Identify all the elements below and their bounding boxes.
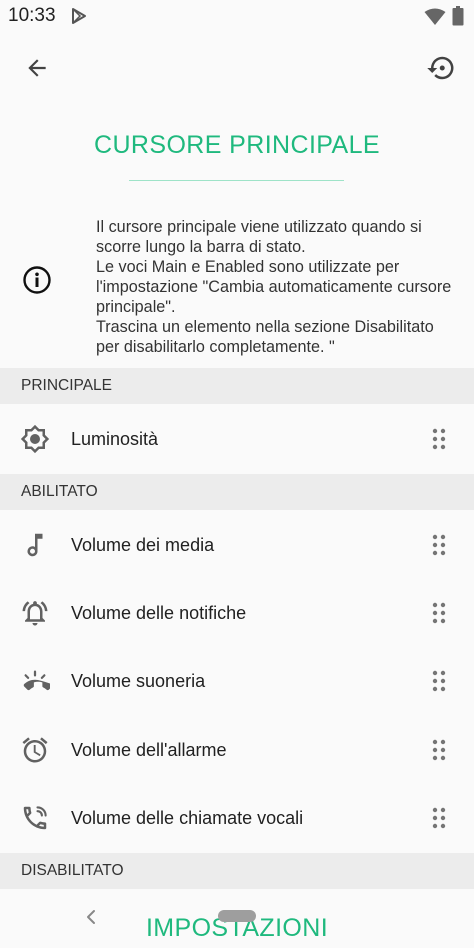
nav-back-icon[interactable]: [82, 906, 100, 928]
list-item-volume-media[interactable]: Volume dei media: [0, 511, 474, 579]
list-item-volume-notifiche[interactable]: Volume delle notifiche: [0, 579, 474, 647]
drag-handle-icon[interactable]: [430, 427, 448, 451]
play-store-icon: [72, 8, 86, 24]
list-item-label: Volume delle notifiche: [71, 603, 247, 623]
notification-bell-icon: [22, 601, 48, 626]
brightness-icon: [20, 424, 50, 454]
status-time: 10:33: [8, 5, 56, 26]
alarm-clock-icon: [22, 737, 48, 763]
back-button[interactable]: [13, 44, 61, 92]
info-line: l'impostazione "Cambia automaticamente c…: [96, 278, 452, 296]
list-item-volume-chiamate[interactable]: Volume delle chiamate vocali: [0, 784, 474, 852]
drag-handle-icon[interactable]: [430, 806, 448, 830]
drag-handle-icon[interactable]: [430, 669, 448, 693]
battery-icon: [452, 6, 464, 26]
back-arrow-icon: [28, 59, 46, 77]
title-divider: [129, 180, 344, 181]
info-line: Il cursore principale viene utilizzato q…: [96, 218, 422, 236]
section-header-principale: PRINCIPALE: [0, 368, 474, 404]
list-item-label: Volume suoneria: [71, 671, 206, 691]
list-item-volume-allarme[interactable]: Volume dell'allarme: [0, 716, 474, 784]
info-line: principale".: [96, 298, 176, 316]
status-bar: 10:33: [0, 0, 474, 34]
list-item-label: Volume delle chiamate vocali: [71, 808, 304, 828]
list-item-luminosita[interactable]: Luminosità: [0, 405, 474, 473]
drag-handle-icon[interactable]: [430, 533, 448, 557]
list-item-label: Volume dei media: [71, 535, 215, 555]
drag-handle-icon[interactable]: [430, 601, 448, 625]
phone-call-icon: [23, 806, 47, 830]
info-line: Trascina un elemento nella sezione Disab…: [96, 318, 434, 336]
wifi-icon: [424, 8, 446, 25]
music-note-icon: [27, 533, 43, 557]
reset-button[interactable]: [417, 44, 465, 92]
drag-handle-icon[interactable]: [430, 738, 448, 762]
restore-icon: [427, 56, 454, 80]
section-header-abilitato: ABILITATO: [0, 474, 474, 510]
section-header-disabilitato: DISABILITATO: [0, 853, 474, 889]
list-item-label: Luminosità: [71, 429, 159, 449]
info-line: scorre lungo la barra di stato.: [96, 238, 306, 256]
nav-home-pill[interactable]: [218, 910, 256, 922]
page-title: CURSORE PRINCIPALE: [94, 131, 380, 159]
list-item-volume-suoneria[interactable]: Volume suoneria: [0, 647, 474, 715]
info-line: Le voci Main e Enabled sono utilizzate p…: [96, 258, 400, 276]
info-text: Il cursore principale viene utilizzato q…: [96, 217, 466, 357]
screen: 10:33 CURSORE PRINCIPALE Il cursore prin…: [0, 0, 474, 948]
info-line: per disabilitarlo completamente. ": [96, 338, 335, 356]
list-item-label: Volume dell'allarme: [71, 740, 227, 760]
ringer-icon: [23, 670, 50, 691]
info-icon: [23, 266, 51, 294]
